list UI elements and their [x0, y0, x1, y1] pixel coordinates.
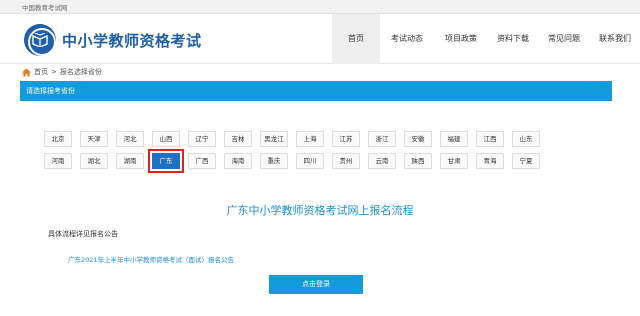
announcement-link[interactable]: 广东2021年上半年中小学教师资格考试（面试）报名公告: [68, 254, 234, 264]
province-chongqing[interactable]: 重庆: [260, 153, 288, 169]
province-shanxi[interactable]: 山西: [152, 131, 180, 147]
nav-home[interactable]: 首页: [332, 14, 380, 64]
province-fujian[interactable]: 福建: [440, 131, 468, 147]
province-beijing[interactable]: 北京: [44, 131, 72, 147]
province-gansu[interactable]: 甘肃: [440, 153, 468, 169]
province-anhui[interactable]: 安徽: [404, 131, 432, 147]
breadcrumb-current: 报名选择省份: [59, 68, 102, 76]
top-bar: 中国教育考试网: [0, 0, 640, 14]
province-qinghai[interactable]: 青海: [476, 153, 504, 169]
nav-contact[interactable]: 联系我们: [590, 14, 640, 64]
nav-exam-news[interactable]: 考试动态: [380, 14, 434, 64]
province-row: 北京 天津 河北 山西 辽宁 吉林 黑龙江 上海 江苏 浙江 安徽 福建 江西 …: [44, 131, 604, 147]
flow-title: 广东中小学教师资格考试网上报名流程: [226, 204, 414, 217]
province-liaoning[interactable]: 辽宁: [188, 131, 216, 147]
main-nav: 首页 考试动态 项目政策 资料下载 常见问题 联系我们: [332, 14, 640, 64]
province-guizhou[interactable]: 贵州: [332, 153, 360, 169]
province-row: 河南 湖北 湖南 广东 广西 海南 重庆 四川 贵州 云南 陕西 甘肃 青海 宁…: [44, 149, 604, 173]
site-title[interactable]: 中小学教师资格考试: [62, 30, 202, 51]
nav-downloads[interactable]: 资料下载: [488, 14, 538, 64]
breadcrumb: 首页 > 报名选择省份: [22, 66, 105, 78]
top-bar-text: 中国教育考试网: [22, 4, 68, 12]
province-tianjin[interactable]: 天津: [80, 131, 108, 147]
province-ningxia[interactable]: 宁夏: [512, 153, 540, 169]
province-shanghai[interactable]: 上海: [296, 131, 324, 147]
province-hainan[interactable]: 海南: [224, 153, 252, 169]
breadcrumb-home[interactable]: 首页: [34, 67, 48, 77]
province-henan[interactable]: 河南: [44, 153, 72, 169]
province-guangxi[interactable]: 广西: [188, 153, 216, 169]
site-logo-icon[interactable]: [24, 24, 56, 56]
province-heilongjiang[interactable]: 黑龙江: [260, 131, 288, 147]
province-jiangsu[interactable]: 江苏: [332, 131, 360, 147]
province-hubei[interactable]: 湖北: [80, 153, 108, 169]
province-yunnan[interactable]: 云南: [368, 153, 396, 169]
province-hunan[interactable]: 湖南: [116, 153, 144, 169]
province-grid: 北京 天津 河北 山西 辽宁 吉林 黑龙江 上海 江苏 浙江 安徽 福建 江西 …: [44, 131, 604, 175]
home-icon: [22, 67, 31, 77]
login-button[interactable]: 点击登录: [269, 275, 363, 294]
breadcrumb-separator: >: [51, 68, 57, 76]
province-shandong[interactable]: 山东: [512, 131, 540, 147]
book-icon: [32, 33, 48, 47]
province-panel-header: 请选择报考省份: [20, 81, 612, 101]
nav-policy[interactable]: 项目政策: [434, 14, 488, 64]
province-shaanxi[interactable]: 陕西: [404, 153, 432, 169]
province-guangdong-selected[interactable]: 广东: [148, 149, 184, 173]
province-sichuan[interactable]: 四川: [296, 153, 324, 169]
nav-faq[interactable]: 常见问题: [538, 14, 590, 64]
flow-subtitle: 具体流程详见报名公告: [48, 230, 118, 238]
province-jilin[interactable]: 吉林: [224, 131, 252, 147]
province-hebei[interactable]: 河北: [116, 131, 144, 147]
province-zhejiang[interactable]: 浙江: [368, 131, 396, 147]
province-jiangxi[interactable]: 江西: [476, 131, 504, 147]
